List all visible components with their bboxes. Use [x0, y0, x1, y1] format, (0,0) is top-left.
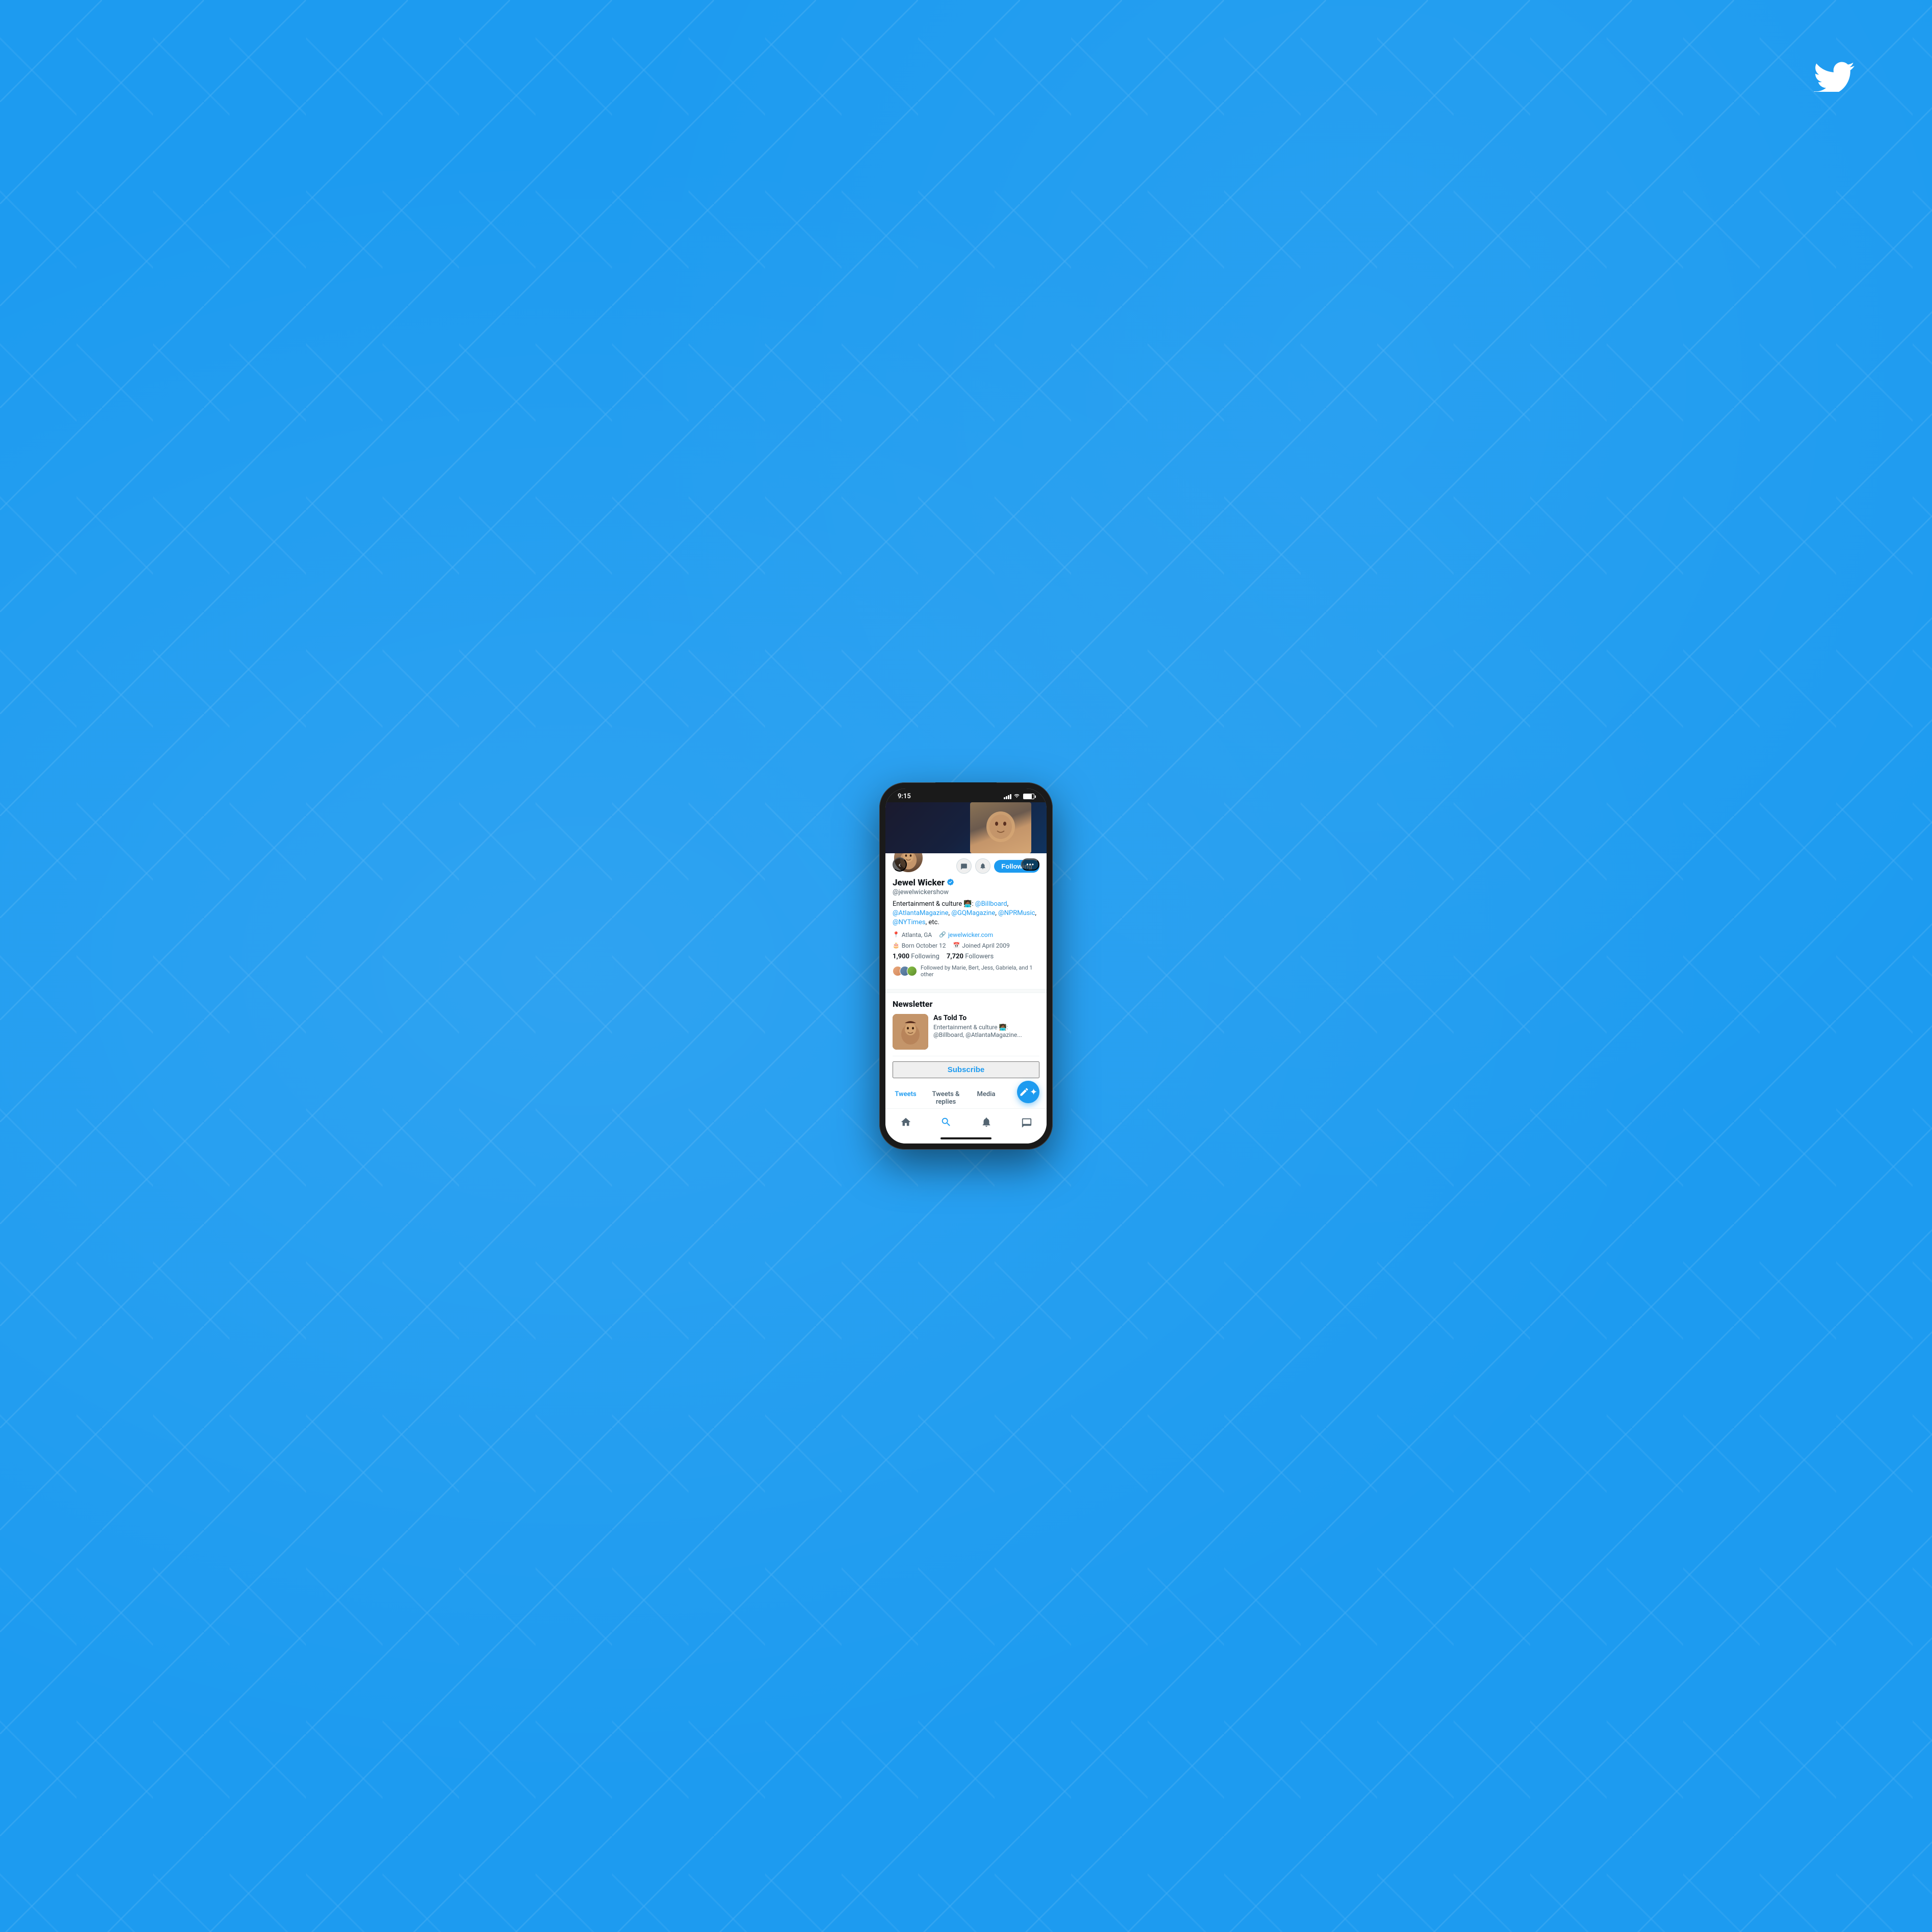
- link-icon: 🔗: [939, 931, 946, 938]
- bottom-nav: [885, 1108, 1047, 1133]
- twitter-logo: [1814, 58, 1854, 91]
- section-divider-1: [885, 989, 1047, 993]
- signal-bar-1: [1004, 797, 1005, 799]
- twitter-bird-icon: [1814, 58, 1854, 92]
- compose-fab[interactable]: ✦: [1017, 1081, 1039, 1103]
- location-text: Atlanta, GA: [902, 931, 932, 938]
- meta-location: 📍 Atlanta, GA: [893, 931, 932, 938]
- signal-bar-2: [1006, 796, 1007, 799]
- calendar-icon: 📅: [953, 942, 960, 949]
- status-icons: [1004, 793, 1034, 800]
- tab-tweets-replies[interactable]: Tweets & replies: [926, 1084, 966, 1108]
- profile-handle: @jewelwickershow: [893, 888, 1039, 896]
- verified-badge: [947, 878, 954, 888]
- meta-joined: 📅 Joined April 2009: [953, 942, 1010, 949]
- bio-link-gq[interactable]: @GQMagazine: [951, 909, 995, 917]
- profile-name-row: Jewel Wicker: [893, 878, 1039, 888]
- nav-home[interactable]: [896, 1113, 916, 1131]
- bio-comma-1: ,: [1007, 900, 1009, 908]
- battery-icon: [1023, 794, 1034, 799]
- newsletter-image: [893, 1014, 928, 1050]
- fab-plus: ✦: [1030, 1087, 1037, 1098]
- phone-wrapper: 9:15: [879, 782, 1053, 1150]
- profile-bio: Entertainment & culture 🧑🏾‍💻: @Billboard…: [893, 900, 1039, 928]
- signal-icon: [1004, 794, 1011, 799]
- tab-tweets[interactable]: Tweets: [885, 1084, 926, 1108]
- tab-media[interactable]: Media: [966, 1084, 1006, 1108]
- signal-bar-3: [1008, 795, 1009, 799]
- banner-content: [885, 802, 1047, 853]
- phone-notch: [935, 782, 997, 794]
- home-bar: [940, 1137, 992, 1139]
- newsletter-face: [893, 1014, 928, 1050]
- newsletter-title: Newsletter: [893, 999, 1039, 1009]
- followers-count: 7,720: [947, 953, 963, 960]
- phone-screen: 9:15: [885, 789, 1047, 1143]
- bio-plain: Entertainment & culture 🧑🏾‍💻:: [893, 900, 975, 908]
- notifications-icon: [981, 1116, 992, 1128]
- profile-header: ‹ •••: [885, 802, 1047, 853]
- bio-link-billboard[interactable]: @Billboard: [975, 900, 1007, 908]
- profile-meta: 📍 Atlanta, GA 🔗 jewelwicker.com: [893, 931, 1039, 938]
- bio-link-nytimes[interactable]: @NYTimes: [893, 919, 926, 926]
- more-button[interactable]: •••: [1021, 858, 1039, 871]
- newsletter-info: As Told To Entertainment & culture 🧑🏾‍💻:…: [933, 1014, 1039, 1050]
- birthday-icon: 🎂: [893, 942, 900, 949]
- nav-search[interactable]: [936, 1113, 956, 1131]
- nav-notifications[interactable]: [976, 1113, 997, 1131]
- back-button[interactable]: ‹: [893, 857, 907, 872]
- wifi-icon: [1013, 793, 1020, 800]
- joined-text: Joined April 2009: [962, 942, 1010, 949]
- profile-banner: [885, 802, 1047, 853]
- website-link[interactable]: jewelwicker.com: [948, 931, 993, 938]
- location-icon: 📍: [893, 931, 900, 938]
- subscribe-btn-row: Subscribe: [893, 1056, 1039, 1078]
- banner-photo: [970, 802, 1031, 853]
- bio-suffix: , etc.: [926, 919, 939, 926]
- profile-name: Jewel Wicker: [893, 878, 945, 888]
- followers-label: Followers: [965, 953, 994, 960]
- meta-birthday: 🎂 Born October 12: [893, 942, 946, 949]
- battery-fill: [1024, 794, 1032, 799]
- status-time: 9:15: [898, 793, 911, 800]
- following-count: 1,900: [893, 953, 909, 960]
- newsletter-section: Newsletter: [885, 993, 1047, 1084]
- followers-stat[interactable]: 7,720 Followers: [947, 953, 994, 960]
- profile-body[interactable]: Following Jewel Wicker @jewelwicker: [885, 853, 1047, 1108]
- following-label: Following: [911, 953, 939, 960]
- newsletter-name: As Told To: [933, 1014, 1039, 1022]
- birthday-text: Born October 12: [902, 942, 946, 949]
- bio-link-npr[interactable]: @NPRMusic: [998, 909, 1035, 917]
- home-icon: [900, 1116, 911, 1128]
- compose-icon: [1019, 1087, 1029, 1097]
- bio-comma-4: ,: [1035, 909, 1036, 917]
- profile-nav-bar: ‹ •••: [885, 853, 1047, 876]
- profile-meta-2: 🎂 Born October 12 📅 Joined April 2009: [893, 942, 1039, 949]
- newsletter-desc: Entertainment & culture 🧑🏾‍💻: @Billboard…: [933, 1024, 1039, 1039]
- nav-messages[interactable]: [1016, 1113, 1037, 1131]
- mutual-avatar-3: [907, 966, 917, 976]
- mutual-followers[interactable]: Followed by Marie, Bert, Jess, Gabriela,…: [893, 964, 1039, 978]
- following-stat[interactable]: 1,900 Following: [893, 953, 939, 960]
- subscribe-button[interactable]: Subscribe: [893, 1061, 1039, 1078]
- banner-face-illustration: [983, 807, 1019, 848]
- home-indicator: [885, 1133, 1047, 1143]
- phone-device: 9:15: [879, 782, 1053, 1150]
- meta-website[interactable]: 🔗 jewelwicker.com: [939, 931, 993, 938]
- search-icon: [940, 1116, 952, 1128]
- signal-bar-4: [1010, 794, 1011, 799]
- mutual-avatars: [893, 966, 917, 976]
- messages-icon: [1021, 1116, 1032, 1128]
- follow-stats: 1,900 Following 7,720 Followers: [893, 953, 1039, 960]
- bio-link-atlanta[interactable]: @AtlantaMagazine: [893, 909, 949, 917]
- mutual-text: Followed by Marie, Bert, Jess, Gabriela,…: [921, 964, 1039, 978]
- newsletter-card[interactable]: As Told To Entertainment & culture 🧑🏾‍💻:…: [893, 1014, 1039, 1050]
